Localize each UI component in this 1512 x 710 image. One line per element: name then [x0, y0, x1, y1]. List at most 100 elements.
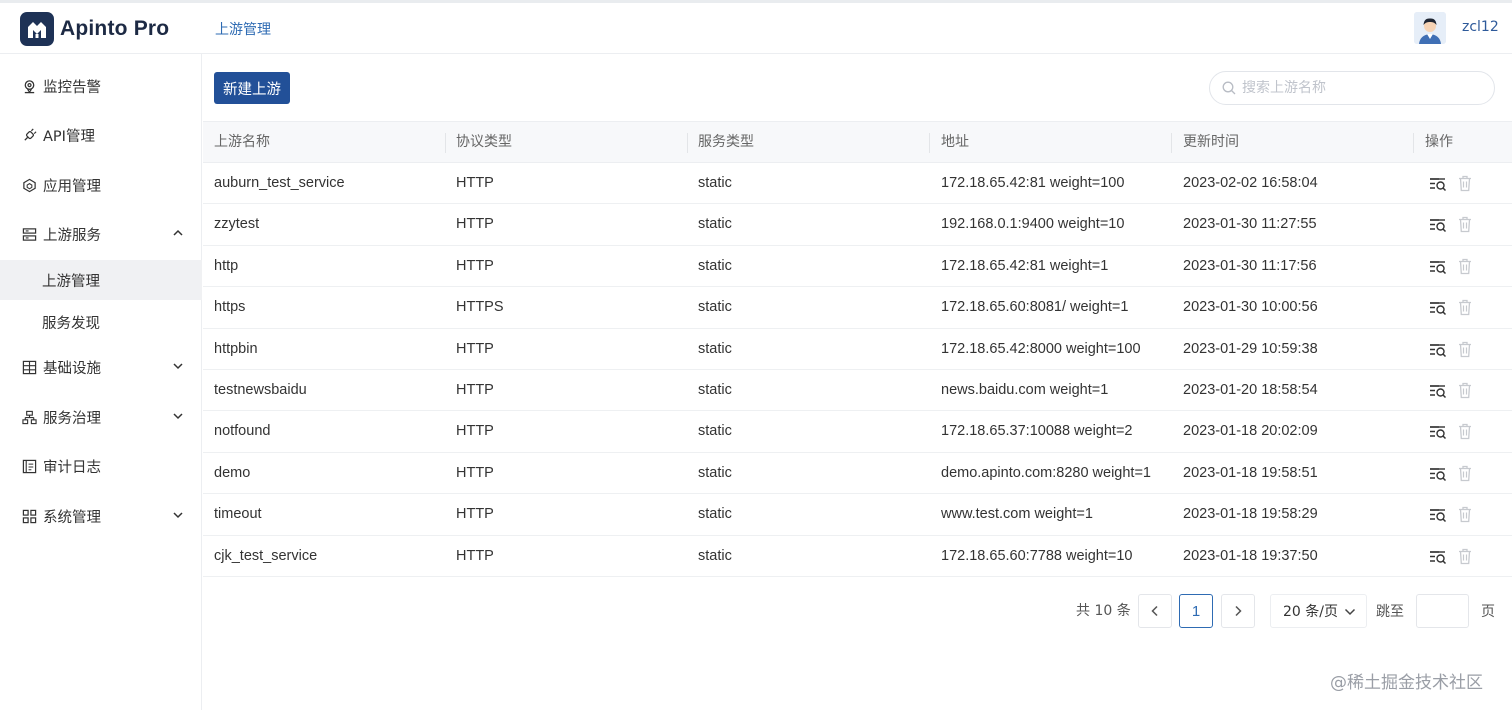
app-logo[interactable]: Apinto Pro [20, 12, 169, 46]
cell-protocol: HTTP [456, 340, 494, 357]
delete-icon[interactable] [1458, 258, 1472, 275]
sidebar-subitem-upstream-management[interactable]: 上游管理 [0, 260, 202, 300]
view-detail-icon[interactable] [1429, 424, 1447, 440]
sidebar-item-system[interactable]: 系统管理 [0, 496, 202, 536]
sidebar-subitem-label: 上游管理 [42, 273, 100, 290]
cell-address: demo.apinto.com:8280 weight=1 [941, 464, 1151, 481]
view-detail-icon[interactable] [1429, 217, 1447, 233]
delete-icon[interactable] [1458, 382, 1472, 399]
delete-icon[interactable] [1458, 465, 1472, 482]
column-divider [1413, 133, 1414, 153]
upstream-table: 上游名称 协议类型 服务类型 地址 更新时间 操作 auburn_test_se… [203, 121, 1512, 577]
table-row[interactable]: http HTTP static 172.18.65.42:81 weight=1 20… [203, 246, 1512, 288]
delete-icon[interactable] [1458, 216, 1472, 233]
next-page-button[interactable] [1221, 594, 1255, 628]
cell-updated: 2023-01-30 10:00:56 [1183, 299, 1318, 316]
new-upstream-button[interactable]: 新建上游 [214, 72, 290, 104]
sidebar-item-audit-log[interactable]: 审计日志 [0, 446, 202, 486]
table-row[interactable]: cjk_test_service HTTP static 172.18.65.60:7… [203, 536, 1512, 577]
delete-icon[interactable] [1458, 341, 1472, 358]
plug-icon [21, 127, 37, 143]
table-row[interactable]: timeout HTTP static www.test.com weight=1 20… [203, 494, 1512, 536]
view-detail-icon[interactable] [1429, 549, 1447, 565]
delete-icon[interactable] [1458, 423, 1472, 440]
cell-updated: 2023-01-18 20:02:09 [1183, 423, 1318, 440]
cell-protocol: HTTPS [456, 299, 504, 316]
cell-address: 172.18.65.60:8081/ weight=1 [941, 299, 1129, 316]
delete-icon[interactable] [1458, 548, 1472, 565]
view-detail-icon[interactable] [1429, 300, 1447, 316]
table-row[interactable]: auburn_test_service HTTP static 172.18.65.4… [203, 163, 1512, 205]
table-body: auburn_test_service HTTP static 172.18.65.4… [203, 163, 1512, 577]
cube-icon [21, 177, 37, 193]
view-detail-icon[interactable] [1429, 342, 1447, 358]
cell-updated: 2023-02-02 16:58:04 [1183, 175, 1318, 191]
search-box[interactable] [1209, 71, 1495, 105]
page-label: 页 [1481, 604, 1495, 620]
sidebar-subitem-service-discovery[interactable]: 服务发现 [0, 302, 202, 342]
table-row[interactable]: notfound HTTP static 172.18.65.37:10088 wei… [203, 411, 1512, 453]
top-header: Apinto Pro 上游管理 zcl12 [0, 0, 1512, 54]
table-row[interactable]: httpbin HTTP static 172.18.65.42:8000 weigh… [203, 329, 1512, 370]
cell-updated: 2023-01-29 10:59:38 [1183, 340, 1318, 357]
cell-name: demo [214, 464, 251, 481]
table-row[interactable]: demo HTTP static demo.apinto.com:8280 weigh… [203, 453, 1512, 495]
column-header-actions: 操作 [1425, 134, 1453, 150]
search-icon [1222, 81, 1236, 95]
page-number-current[interactable]: 1 [1179, 594, 1213, 628]
cell-name: https [214, 299, 246, 316]
avatar[interactable] [1414, 12, 1446, 44]
main-content: 新建上游 上游名称 协议类型 服务类型 地址 更新时间 操作 auburn_te… [203, 54, 1512, 710]
search-input[interactable] [1242, 80, 1482, 96]
view-detail-icon[interactable] [1429, 259, 1447, 275]
username[interactable]: zcl12 [1462, 19, 1499, 35]
sidebar-item-apps[interactable]: 应用管理 [0, 165, 202, 205]
column-header-address: 地址 [941, 134, 969, 150]
cell-protocol: HTTP [456, 547, 494, 564]
cell-service-type: static [698, 547, 732, 564]
location-pin-icon [21, 78, 37, 94]
chevron-down-icon [173, 413, 183, 420]
prev-page-button[interactable] [1138, 594, 1172, 628]
sidebar-item-upstream[interactable]: 上游服务 [0, 214, 202, 254]
cell-service-type: static [698, 423, 732, 440]
view-detail-icon[interactable] [1429, 507, 1447, 523]
grid-icon [21, 359, 37, 375]
table-row[interactable]: https HTTPS static 172.18.65.60:8081/ weigh… [203, 287, 1512, 329]
sidebar-item-governance[interactable]: 服务治理 [0, 397, 202, 437]
cell-service-type: static [698, 506, 732, 523]
table-row[interactable]: zzytest HTTP static 192.168.0.1:9400 weight… [203, 204, 1512, 246]
delete-icon[interactable] [1458, 175, 1472, 192]
table-row[interactable]: testnewsbaidu HTTP static news.baidu.com we… [203, 370, 1512, 412]
page-size-select[interactable]: 20 条/页 [1270, 594, 1367, 628]
jump-page-input[interactable] [1416, 594, 1469, 628]
cell-updated: 2023-01-18 19:58:51 [1183, 464, 1318, 481]
jump-label: 跳至 [1376, 604, 1404, 620]
cell-protocol: HTTP [456, 506, 494, 523]
sidebar-item-api[interactable]: API管理 [0, 115, 202, 155]
sidebar-item-label: 服务治理 [43, 410, 101, 427]
cell-name: zzytest [214, 216, 260, 233]
cell-address: 172.18.65.42:81 weight=100 [941, 175, 1125, 191]
cell-protocol: HTTP [456, 464, 494, 481]
log-book-icon [21, 458, 37, 474]
cell-service-type: static [698, 175, 732, 191]
cell-address: 172.18.65.37:10088 weight=2 [941, 423, 1133, 440]
sidebar-item-monitor[interactable]: 监控告警 [0, 66, 202, 106]
column-header-service-type: 服务类型 [698, 134, 754, 150]
cell-protocol: HTTP [456, 216, 494, 233]
chevron-down-icon [1344, 608, 1356, 616]
delete-icon[interactable] [1458, 506, 1472, 523]
cell-service-type: static [698, 340, 732, 357]
cell-updated: 2023-01-20 18:58:54 [1183, 381, 1318, 398]
delete-icon[interactable] [1458, 299, 1472, 316]
view-detail-icon[interactable] [1429, 466, 1447, 482]
cell-updated: 2023-01-30 11:27:55 [1183, 216, 1317, 233]
chevron-down-icon [173, 363, 183, 370]
cell-protocol: HTTP [456, 423, 494, 440]
view-detail-icon[interactable] [1429, 383, 1447, 399]
sidebar-item-infrastructure[interactable]: 基础设施 [0, 347, 202, 387]
view-detail-icon[interactable] [1429, 176, 1447, 192]
cell-service-type: static [698, 299, 732, 316]
breadcrumb[interactable]: 上游管理 [215, 19, 271, 39]
